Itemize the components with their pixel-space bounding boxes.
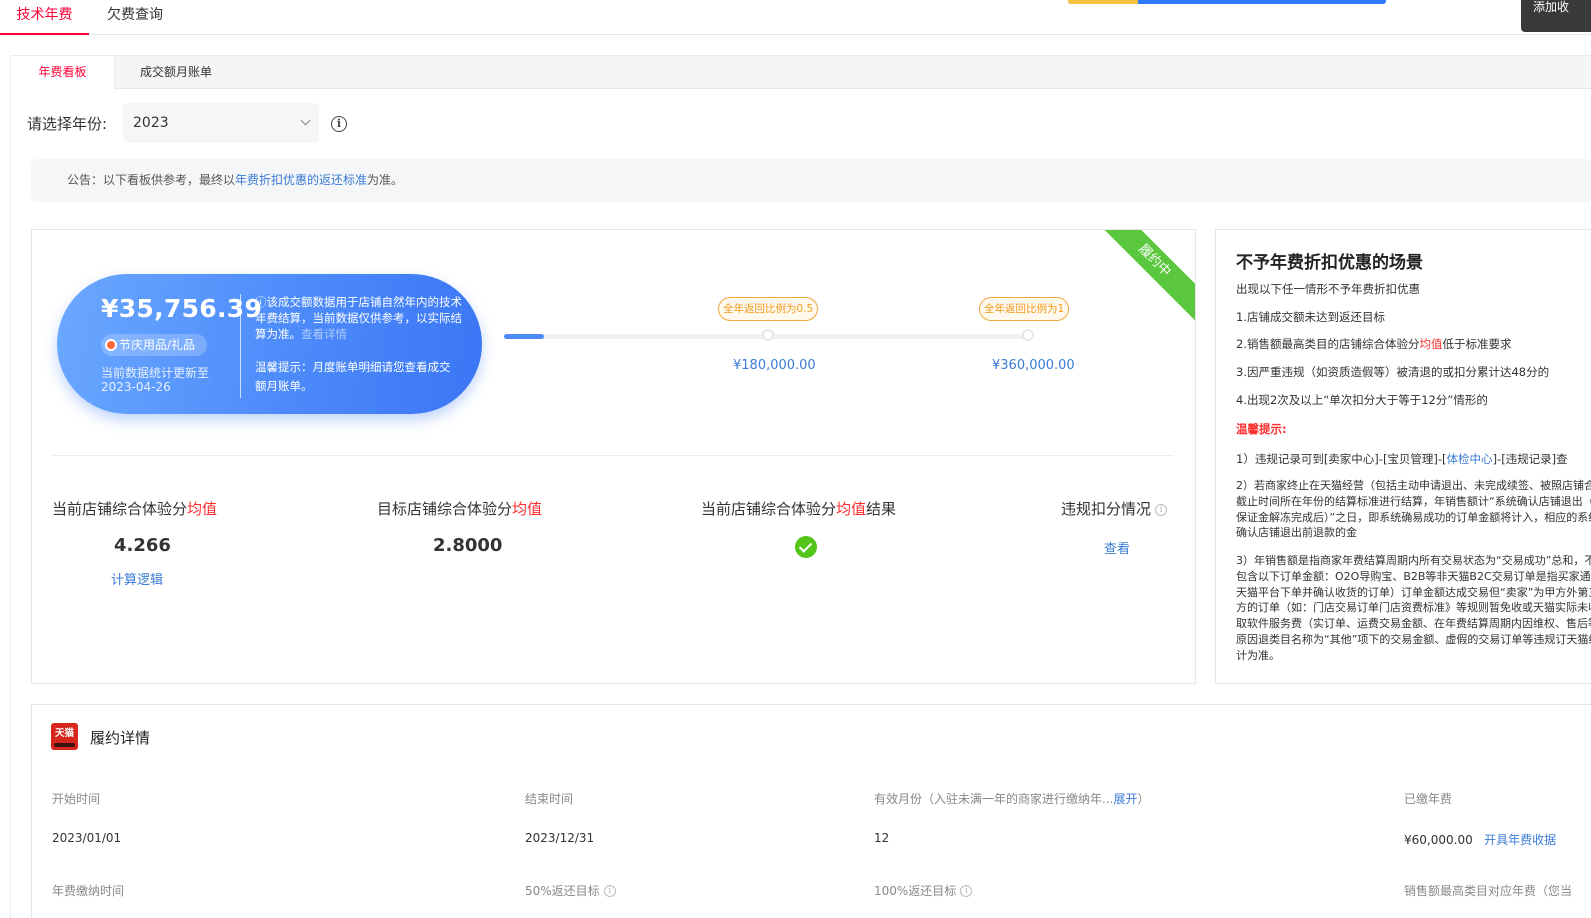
notice-suffix: 为准。	[367, 173, 404, 187]
value-valid-months: 12	[874, 831, 890, 845]
milestone-amount-half: ¥180,000.00	[733, 358, 816, 373]
progress-fill	[504, 334, 544, 339]
sales-summary-pill: ¥35,756.39 节庆用品/礼品 当前数据统计更新至 2023-04-26 …	[57, 274, 482, 414]
year-label: 请选择年份:	[27, 115, 108, 133]
receipt-link[interactable]: 开具年费收据	[1484, 833, 1556, 847]
warm-tip-1: 1）违规记录可到[卖家中心]-[宝贝管理]-[体检中心]-[违规记录]查	[1236, 452, 1568, 466]
notice-link[interactable]: 年费折扣优惠的返还标准	[235, 173, 367, 187]
rule-item-3: 3.因严重违规（如资质造假等）被清退的或扣分累计达48分的	[1236, 365, 1550, 379]
sales-tip: 温馨提示：月度账单明细请您查看成交额月账单。	[255, 360, 451, 393]
value-start-time: 2023/01/01	[52, 831, 122, 845]
warm-tip-2: 2）若商家终止在天猫经营（包括主动申请退出、未完成续签、被照店铺合同截止时间所在…	[1236, 479, 1591, 540]
details-title: 履约详情	[90, 729, 151, 747]
info-icon[interactable]: i	[960, 885, 973, 897]
sub-tab-bar: 年费看板 成交额月账单	[11, 56, 1591, 90]
sales-description: ⓘ该成交额数据用于店铺自然年内的技术年费结算，当前数据仅供参考，以实际结算为准。…	[255, 294, 465, 342]
update-date: 2023-04-26	[101, 380, 171, 394]
header-start-time: 开始时间	[52, 792, 101, 806]
rules-card: 不予年费折扣优惠的场景 出现以下任一情形不予年费折扣优惠 1.店铺成交额未达到返…	[1215, 229, 1591, 684]
health-center-link[interactable]: 体检中心	[1447, 452, 1493, 466]
header-100-target: 100%返还目标 i	[874, 882, 973, 899]
tmall-logo: 天猫	[51, 723, 78, 750]
category-label: 节庆用品/礼品	[119, 338, 196, 352]
pill-divider	[240, 294, 241, 398]
tab-tech-annual-fee[interactable]: 技术年费	[0, 0, 89, 35]
warm-tip-title: 温馨提示:	[1236, 422, 1287, 436]
check-icon	[795, 536, 817, 558]
category-badge: 节庆用品/礼品	[101, 334, 208, 356]
expand-link[interactable]: 展开	[1113, 792, 1137, 806]
calc-logic-link[interactable]: 计算逻辑	[111, 569, 163, 588]
milestone-tag-full: 全年返回比例为1	[979, 297, 1070, 321]
value-paid-fee: ¥60,000.00 开具年费收据	[1404, 833, 1557, 847]
notice-bar: 公告：以下看板供参考，最终以年费折扣优惠的返还标准为准。	[31, 159, 1591, 202]
header-top-category-fee: 销售额最高类目对应年费（您当	[1404, 884, 1573, 898]
update-label: 当前数据统计更新至	[101, 366, 210, 380]
rule-item-1: 1.店铺成交额未达到返还目标	[1236, 310, 1385, 324]
metric-violation-title: 违规扣分情况 i	[1061, 498, 1168, 519]
year-value: 2023	[133, 115, 169, 131]
tab-arrears-query[interactable]: 欠费查询	[95, 0, 175, 35]
top-tab-bar: 技术年费 欠费查询	[0, 0, 1591, 35]
rule-item-2: 2.销售额最高类目的店铺综合体验分均值低于标准要求	[1236, 337, 1512, 351]
header-paid-fee: 已缴年费	[1404, 792, 1453, 806]
rules-intro: 出现以下任一情形不予年费折扣优惠	[1236, 282, 1420, 296]
sales-amount: ¥35,756.39	[101, 294, 263, 323]
tab-monthly-bill[interactable]: 成交额月账单	[129, 56, 223, 89]
header-end-time: 结束时间	[525, 792, 574, 806]
tab-fee-dashboard[interactable]: 年费看板	[11, 56, 115, 90]
info-icon[interactable]: i	[1155, 504, 1168, 516]
header-50-target: 50%返还目标 i	[525, 882, 616, 899]
status-ribbon: 履约中	[1091, 230, 1195, 324]
warm-tip-3: 3）年销售额是指商家年费结算周期内所有交易状态为“交易成功”总和，不包含以下订单…	[1236, 554, 1591, 662]
divider	[52, 455, 1174, 456]
metric-current-score-value: 4.266	[114, 535, 171, 556]
milestone-node-half	[762, 329, 774, 341]
floating-banner	[1068, 0, 1386, 4]
header-payment-time: 年费缴纳时间	[52, 884, 125, 898]
content-frame: 年费看板 成交额月账单 请选择年份: 2023 i 公告：以下看板供参考，最终以…	[10, 55, 1591, 918]
header-valid-months: 有效月份（入驻未满一年的商家进行缴纳年...展开）	[874, 792, 1150, 806]
rule-item-4: 4.出现2次及以上“单次扣分大于等于12分”情形的	[1236, 393, 1488, 407]
sales-desc-link[interactable]: 查看详情	[301, 327, 347, 341]
metric-target-score-title: 目标店铺综合体验分均值	[377, 500, 543, 518]
fee-dashboard-card: 履约中 ¥35,756.39 节庆用品/礼品 当前数据统计更新至 2023-04…	[31, 229, 1196, 684]
category-icon	[105, 339, 117, 351]
fulfillment-details-card: 天猫 履约详情 开始时间 结束时间 有效月份（入驻未满一年的商家进行缴纳年...…	[31, 704, 1591, 918]
metric-score-result-title: 当前店铺综合体验分均值结果	[701, 500, 897, 518]
chevron-down-icon	[300, 115, 311, 126]
milestone-node-full	[1022, 329, 1034, 341]
metric-target-score-value: 2.8000	[433, 535, 503, 556]
view-violations-link[interactable]: 查看	[1104, 538, 1130, 557]
rules-title: 不予年费折扣优惠的场景	[1236, 253, 1423, 273]
notice-prefix: 公告：以下看板供参考，最终以	[67, 173, 236, 187]
info-icon[interactable]: i	[603, 885, 616, 897]
side-add-button[interactable]: 添加收	[1521, 0, 1591, 32]
sales-desc-text: ⓘ该成交额数据用于店铺自然年内的技术年费结算，当前数据仅供参考，以实际结算为准。	[255, 295, 462, 341]
milestone-amount-full: ¥360,000.00	[992, 358, 1075, 373]
info-icon[interactable]: i	[331, 116, 347, 132]
metric-current-score-title: 当前店铺综合体验分均值	[52, 500, 218, 518]
value-end-time: 2023/12/31	[525, 831, 595, 845]
milestone-tag-half: 全年返回比例为0.5	[718, 297, 819, 321]
year-select[interactable]: 2023	[123, 103, 319, 143]
